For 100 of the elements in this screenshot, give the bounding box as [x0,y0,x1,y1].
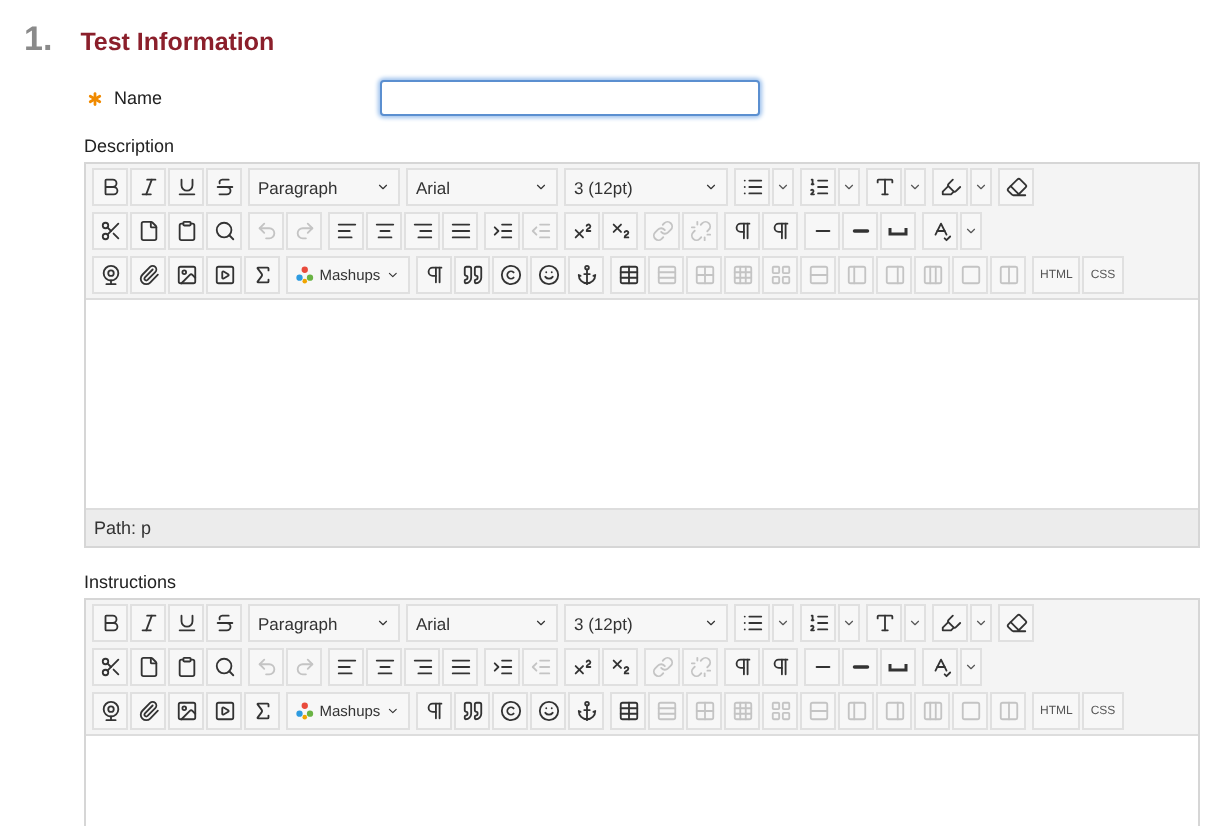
spellcheck-button[interactable] [922,212,958,250]
pilcrow-button[interactable] [762,648,798,686]
format-dropdown[interactable]: 3 (12pt) [564,604,728,642]
paperclip-button[interactable] [130,256,166,294]
table-grid-icon [769,264,791,286]
numbered-list-button[interactable] [800,604,836,642]
anchor-button[interactable] [568,256,604,294]
align-right-button[interactable] [404,212,440,250]
spellcheck-icon [929,220,951,242]
smiley-button[interactable] [530,692,566,730]
space-button[interactable] [880,212,916,250]
link-icon [651,656,673,678]
superscript-button[interactable] [564,648,600,686]
image-button[interactable] [168,692,204,730]
copyright-button[interactable] [492,692,528,730]
underline-button[interactable] [168,168,204,206]
align-justify-button[interactable] [442,212,478,250]
space-icon [888,227,908,235]
indent-button[interactable] [484,212,520,250]
thick-line-button[interactable] [842,648,878,686]
space-button[interactable] [880,648,916,686]
scissors-button[interactable] [92,648,128,686]
format-dropdown[interactable]: Arial [406,168,558,206]
paperclip-button[interactable] [130,692,166,730]
indent-button[interactable] [484,648,520,686]
quote-button[interactable] [454,692,490,730]
superscript-button[interactable] [564,212,600,250]
subscript-button[interactable] [602,212,638,250]
text-color-button[interactable] [866,168,902,206]
align-center-icon [373,656,395,678]
eraser-button[interactable] [998,168,1034,206]
formula-icon [251,264,273,286]
pilcrow-button[interactable] [762,212,798,250]
bullet-list-button[interactable] [734,604,770,642]
page-icon [137,656,159,678]
webcam-button[interactable] [92,256,128,294]
highlighter-button[interactable] [932,604,968,642]
page-button[interactable] [130,648,166,686]
quote-button[interactable] [454,256,490,294]
pilcrow-button[interactable] [416,256,452,294]
underline-icon [175,612,197,634]
copyright-button[interactable] [492,256,528,294]
strikethrough-button[interactable] [206,604,242,642]
pilcrow-button[interactable] [416,692,452,730]
italic-button[interactable] [130,604,166,642]
eraser-button[interactable] [998,604,1034,642]
spellcheck-button[interactable] [922,648,958,686]
format-dropdown[interactable]: Paragraph [248,604,400,642]
table-button[interactable] [610,692,646,730]
italic-button[interactable] [130,168,166,206]
pilcrow-button[interactable] [724,212,760,250]
clipboard-button[interactable] [168,648,204,686]
clipboard-button[interactable] [168,212,204,250]
strikethrough-button[interactable] [206,168,242,206]
bold-button[interactable] [92,168,128,206]
align-left-button[interactable] [328,212,364,250]
highlighter-icon [939,612,961,634]
table-cell-icon [959,700,981,722]
anchor-button[interactable] [568,692,604,730]
formula-button[interactable] [244,256,280,294]
text-color-button[interactable] [866,604,902,642]
outdent-icon [529,220,551,242]
subscript-button[interactable] [602,648,638,686]
align-justify-button[interactable] [442,648,478,686]
media-button[interactable] [206,692,242,730]
image-button[interactable] [168,256,204,294]
format-dropdown[interactable]: 3 (12pt) [564,168,728,206]
name-input-field[interactable] [380,80,760,116]
table-button[interactable] [610,256,646,294]
pilcrow-button[interactable] [724,648,760,686]
search-button[interactable] [206,212,242,250]
caret-icon [974,616,988,630]
undo-icon [255,656,277,678]
format-dropdown[interactable]: Arial [406,604,558,642]
paperclip-icon [137,264,159,286]
bullet-list-button[interactable] [734,168,770,206]
align-left-button[interactable] [328,648,364,686]
media-button[interactable] [206,256,242,294]
format-dropdown[interactable]: Paragraph [248,168,400,206]
search-button[interactable] [206,648,242,686]
webcam-button[interactable] [92,692,128,730]
caret-icon [776,180,790,194]
numbered-list-button[interactable] [800,168,836,206]
caret-icon [704,616,718,630]
page-button[interactable] [130,212,166,250]
thick-line-button[interactable] [842,212,878,250]
highlighter-button[interactable] [932,168,968,206]
scissors-button[interactable] [92,212,128,250]
smiley-button[interactable] [530,256,566,294]
align-right-button[interactable] [404,648,440,686]
numbered-list-icon [807,176,829,198]
section-title: Test Information [80,28,275,56]
align-center-button[interactable] [366,212,402,250]
align-center-button[interactable] [366,648,402,686]
align-left-icon [335,220,357,242]
quote-icon [461,264,483,286]
underline-button[interactable] [168,604,204,642]
formula-button[interactable] [244,692,280,730]
bold-button[interactable] [92,604,128,642]
pilcrow-icon [769,656,791,678]
